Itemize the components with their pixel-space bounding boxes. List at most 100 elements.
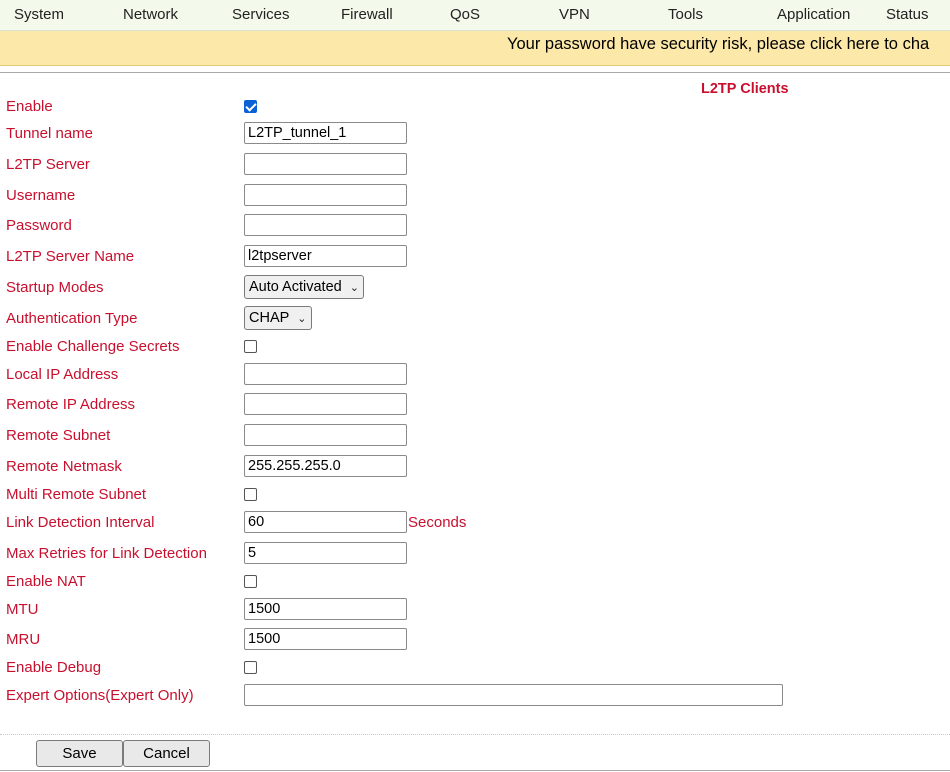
l2tp-server-label: L2TP Server (6, 156, 90, 173)
enable-label: Enable (6, 98, 53, 115)
l2tp-server-name-label: L2TP Server Name (6, 248, 135, 265)
mru-input[interactable] (244, 628, 407, 650)
nav-qos[interactable]: QoS (450, 6, 480, 23)
remote-ip-address-control-wrap (244, 393, 407, 415)
remote-ip-address-input[interactable] (244, 393, 407, 415)
username-input[interactable] (244, 184, 407, 206)
startup-modes-control-wrap: Auto Activated ⌄ (244, 275, 364, 299)
row-username: Username (0, 184, 950, 208)
multi-remote-subnet-label: Multi Remote Subnet (6, 486, 147, 503)
security-warning-link[interactable]: Your password have security risk, please… (507, 35, 929, 54)
chevron-down-icon: ⌄ (349, 281, 359, 294)
enable-nat-checkbox[interactable] (244, 575, 257, 588)
startup-modes-label: Startup Modes (6, 279, 104, 296)
enable-debug-label: Enable Debug (6, 659, 102, 676)
top-nav: System Network Services Firewall QoS VPN… (0, 0, 950, 31)
max-retries-link-detection-label: Max Retries for Link Detection (6, 545, 207, 562)
row-multi-remote-subnet: Multi Remote Subnet (0, 483, 950, 507)
password-label: Password (6, 217, 72, 234)
enable-challenge-secrets-control-wrap (244, 335, 257, 353)
nav-vpn[interactable]: VPN (559, 6, 590, 23)
authentication-type-select-value: CHAP (249, 310, 290, 326)
mru-control-wrap (244, 628, 407, 650)
startup-modes-select-value: Auto Activated (249, 279, 342, 295)
row-l2tp-server-name: L2TP Server Name (0, 245, 950, 269)
nav-firewall[interactable]: Firewall (341, 6, 393, 23)
nav-network[interactable]: Network (123, 6, 178, 23)
l2tp-server-name-input[interactable] (244, 245, 407, 267)
l2tp-server-name-control-wrap (244, 245, 407, 267)
row-mru: MRU (0, 628, 950, 652)
enable-nat-control-wrap (244, 570, 257, 588)
l2tp-server-control-wrap (244, 153, 407, 175)
remote-subnet-label: Remote Subnet (6, 427, 111, 444)
authentication-type-label: Authentication Type (6, 310, 138, 327)
expert-options-control-wrap (244, 684, 783, 706)
mtu-label: MTU (6, 601, 39, 618)
row-remote-ip-address: Remote IP Address (0, 393, 950, 417)
local-ip-address-input[interactable] (244, 363, 407, 385)
row-password: Password (0, 214, 950, 238)
multi-remote-subnet-checkbox[interactable] (244, 488, 257, 501)
max-retries-link-detection-control-wrap (244, 542, 407, 564)
authentication-type-select[interactable]: CHAP ⌄ (244, 306, 312, 330)
security-warning-banner: Your password have security risk, please… (0, 31, 950, 66)
nav-services[interactable]: Services (232, 6, 290, 23)
enable-debug-checkbox[interactable] (244, 661, 257, 674)
startup-modes-select[interactable]: Auto Activated ⌄ (244, 275, 364, 299)
remote-netmask-label: Remote Netmask (6, 458, 122, 475)
tunnel-name-control-wrap (244, 122, 407, 144)
enable-control-wrap (244, 95, 257, 113)
remote-subnet-input[interactable] (244, 424, 407, 446)
enable-debug-control-wrap (244, 656, 257, 674)
row-l2tp-server: L2TP Server (0, 153, 950, 177)
expert-options-input[interactable] (244, 684, 783, 706)
row-local-ip-address: Local IP Address (0, 363, 950, 387)
enable-checkbox[interactable] (244, 100, 257, 113)
row-remote-netmask: Remote Netmask (0, 455, 950, 479)
nav-application[interactable]: Application (777, 6, 850, 23)
remote-ip-address-label: Remote IP Address (6, 396, 135, 413)
header-divider (0, 72, 950, 73)
local-ip-address-control-wrap (244, 363, 407, 385)
row-authentication-type: Authentication Type CHAP ⌄ (0, 306, 950, 331)
enable-challenge-secrets-label: Enable Challenge Secrets (6, 338, 180, 355)
max-retries-link-detection-input[interactable] (244, 542, 407, 564)
row-tunnel-name: Tunnel name (0, 122, 950, 146)
username-label: Username (6, 187, 76, 204)
mtu-input[interactable] (244, 598, 407, 620)
cancel-button[interactable]: Cancel (123, 740, 210, 767)
username-control-wrap (244, 184, 407, 206)
save-button[interactable]: Save (36, 740, 123, 767)
nav-status[interactable]: Status (886, 6, 929, 23)
expert-options-label: Expert Options(Expert Only) (6, 687, 194, 704)
password-control-wrap (244, 214, 407, 236)
remote-subnet-control-wrap (244, 424, 407, 446)
row-enable-debug: Enable Debug (0, 656, 950, 680)
nav-system[interactable]: System (14, 6, 64, 23)
row-expert-options: Expert Options(Expert Only) (0, 684, 950, 708)
authentication-type-control-wrap: CHAP ⌄ (244, 306, 312, 330)
row-remote-subnet: Remote Subnet (0, 424, 950, 448)
row-enable-challenge-secrets: Enable Challenge Secrets (0, 335, 950, 359)
chevron-down-icon: ⌄ (297, 312, 307, 325)
multi-remote-subnet-control-wrap (244, 483, 257, 501)
row-link-detection-interval: Link Detection Interval Seconds (0, 511, 950, 535)
link-detection-interval-control-wrap (244, 511, 407, 533)
form-footer-divider (0, 734, 950, 735)
remote-netmask-control-wrap (244, 455, 407, 477)
nav-tools[interactable]: Tools (668, 6, 703, 23)
password-input[interactable] (244, 214, 407, 236)
local-ip-address-label: Local IP Address (6, 366, 119, 383)
mtu-control-wrap (244, 598, 407, 620)
row-startup-modes: Startup Modes Auto Activated ⌄ (0, 275, 950, 300)
remote-netmask-input[interactable] (244, 455, 407, 477)
enable-nat-label: Enable NAT (6, 573, 86, 590)
tunnel-name-input[interactable] (244, 122, 407, 144)
enable-challenge-secrets-checkbox[interactable] (244, 340, 257, 353)
row-max-retries-link-detection: Max Retries for Link Detection (0, 542, 950, 566)
l2tp-server-input[interactable] (244, 153, 407, 175)
link-detection-interval-input[interactable] (244, 511, 407, 533)
row-mtu: MTU (0, 598, 950, 622)
row-enable: Enable (0, 95, 950, 119)
